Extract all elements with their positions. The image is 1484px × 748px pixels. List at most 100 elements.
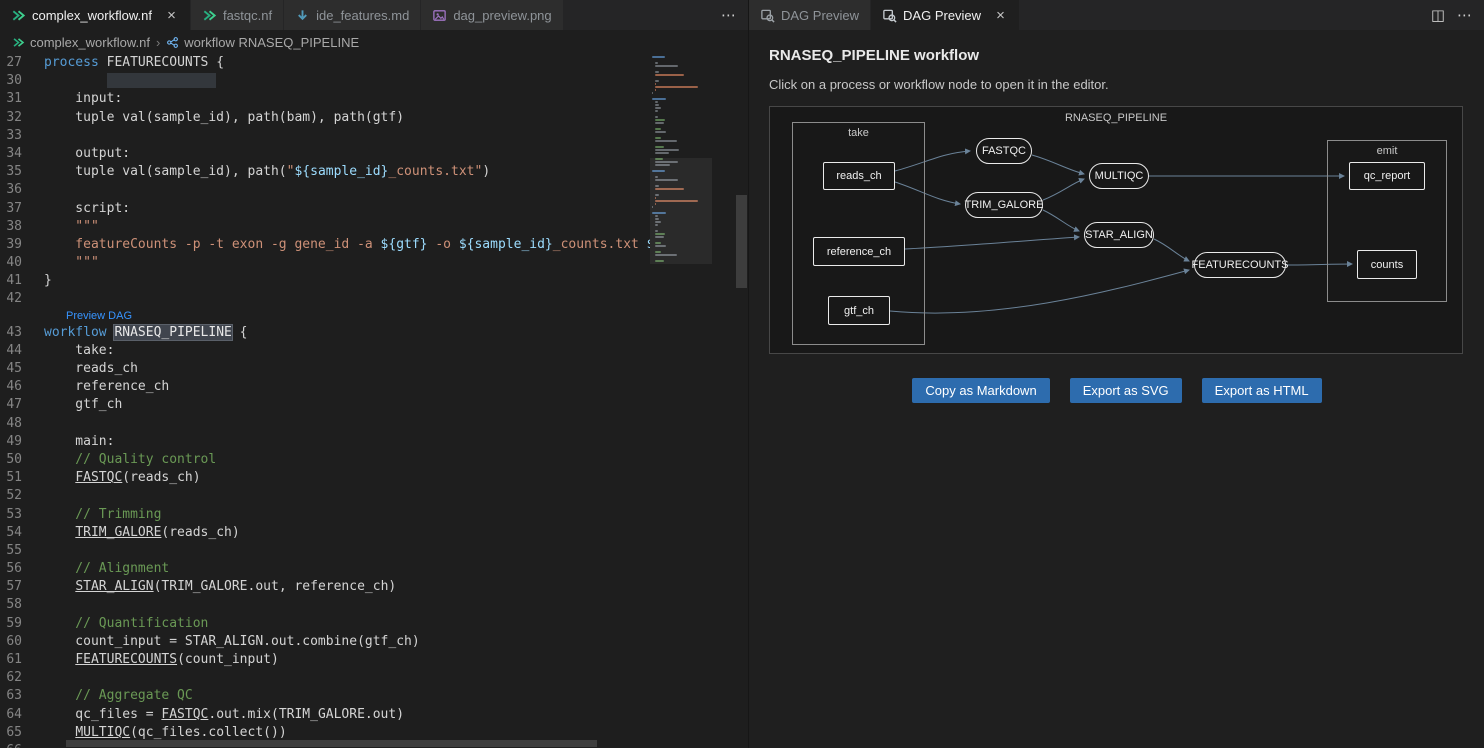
- dag-node-trim-galore[interactable]: TRIM_GALORE: [965, 192, 1043, 218]
- code-line[interactable]: 30: [0, 72, 650, 90]
- preview-icon: [882, 8, 897, 23]
- code-line[interactable]: 39 featureCounts -p -t exon -g gene_id -…: [0, 236, 650, 254]
- line-number: 55: [0, 542, 44, 560]
- code-line[interactable]: 58: [0, 596, 650, 614]
- code-line[interactable]: 62: [0, 669, 650, 687]
- more-actions-icon[interactable]: ⋯: [721, 6, 736, 24]
- code-line[interactable]: 35 tuple val(sample_id), path("${sample_…: [0, 163, 650, 181]
- code-line[interactable]: 27process FEATURECOUNTS {: [0, 54, 650, 72]
- close-icon[interactable]: ×: [164, 7, 179, 24]
- line-number: 39: [0, 236, 44, 254]
- preview-group: DAG Preview DAG Preview × ◫ ⋯ RNASEQ_PIP…: [748, 0, 1484, 748]
- line-number: 57: [0, 578, 44, 596]
- dag-node-gtf-ch[interactable]: gtf_ch: [828, 296, 890, 325]
- dag-node-reads-ch[interactable]: reads_ch: [823, 162, 895, 190]
- code-line[interactable]: 57 STAR_ALIGN(TRIM_GALORE.out, reference…: [0, 578, 650, 596]
- code-line[interactable]: 61 FEATURECOUNTS(count_input): [0, 651, 650, 669]
- line-number: 61: [0, 651, 44, 669]
- code-line[interactable]: 36: [0, 181, 650, 199]
- code-line[interactable]: 31 input:: [0, 90, 650, 108]
- dag-node-star-align[interactable]: STAR_ALIGN: [1084, 222, 1154, 248]
- close-icon[interactable]: ×: [993, 7, 1008, 24]
- code-line[interactable]: 32 tuple val(sample_id), path(bam), path…: [0, 109, 650, 127]
- code-line[interactable]: 51 FASTQC(reads_ch): [0, 469, 650, 487]
- code-line[interactable]: 54 TRIM_GALORE(reads_ch): [0, 524, 650, 542]
- code-line[interactable]: 56 // Alignment: [0, 560, 650, 578]
- export-as-svg-button[interactable]: Export as SVG: [1070, 378, 1182, 403]
- code-line[interactable]: 47 gtf_ch: [0, 396, 650, 414]
- dag-node-featurecounts[interactable]: FEATURECOUNTS: [1194, 252, 1286, 278]
- horizontal-scrollbar[interactable]: [0, 739, 734, 748]
- codelens-preview-dag[interactable]: Preview DAG: [0, 309, 650, 324]
- tab-dag-preview-inactive[interactable]: DAG Preview: [749, 0, 871, 30]
- breadcrumb-symbol[interactable]: workflow RNASEQ_PIPELINE: [166, 35, 359, 50]
- code-line[interactable]: 38 """: [0, 218, 650, 236]
- tab-dag-preview-png[interactable]: dag_preview.png: [421, 0, 563, 30]
- code-lines[interactable]: 27process FEATURECOUNTS {30 31 input:32 …: [0, 54, 650, 748]
- minimap-slider[interactable]: [650, 158, 712, 264]
- line-number: 40: [0, 254, 44, 272]
- horizontal-scrollbar-thumb[interactable]: [66, 740, 597, 747]
- code-line[interactable]: 45 reads_ch: [0, 360, 650, 378]
- vertical-scrollbar-thumb[interactable]: [736, 195, 747, 288]
- tab-label: DAG Preview: [781, 8, 859, 23]
- line-number: 37: [0, 200, 44, 218]
- nextflow-icon: [12, 36, 25, 49]
- tab-ide-features-md[interactable]: ide_features.md: [284, 0, 421, 30]
- minimap[interactable]: [650, 54, 712, 738]
- dag-actions: Copy as Markdown Export as SVG Export as…: [769, 378, 1465, 403]
- code-line[interactable]: 64 qc_files = FASTQC.out.mix(TRIM_GALORE…: [0, 706, 650, 724]
- line-number: 62: [0, 669, 44, 687]
- line-number: 32: [0, 109, 44, 127]
- nextflow-icon: [202, 8, 217, 23]
- line-number: 59: [0, 615, 44, 633]
- dag-diagram: RNASEQ_PIPELINE take emit reads_ch refer…: [769, 106, 1463, 354]
- line-number: 64: [0, 706, 44, 724]
- code-line[interactable]: 41}: [0, 272, 650, 290]
- code-line[interactable]: 60 count_input = STAR_ALIGN.out.combine(…: [0, 633, 650, 651]
- code-line[interactable]: 43workflow RNASEQ_PIPELINE {: [0, 324, 650, 342]
- code-line[interactable]: 53 // Trimming: [0, 506, 650, 524]
- breadcrumb-file[interactable]: complex_workflow.nf: [12, 35, 150, 50]
- code-line[interactable]: 34 output:: [0, 145, 650, 163]
- line-number: 35: [0, 163, 44, 181]
- page-title: RNASEQ_PIPELINE workflow: [769, 47, 1464, 64]
- export-as-html-button[interactable]: Export as HTML: [1202, 378, 1322, 403]
- code-line[interactable]: 42: [0, 290, 650, 308]
- code-line[interactable]: 59 // Quantification: [0, 615, 650, 633]
- code-line[interactable]: 33: [0, 127, 650, 145]
- tab-complex-workflow-nf[interactable]: complex_workflow.nf ×: [0, 0, 191, 30]
- line-number: 52: [0, 487, 44, 505]
- code-line[interactable]: 52: [0, 487, 650, 505]
- dag-preview-webview: RNASEQ_PIPELINE workflow Click on a proc…: [749, 30, 1484, 403]
- split-editor-icon[interactable]: ◫: [1431, 6, 1445, 24]
- dag-node-qc-report[interactable]: qc_report: [1349, 162, 1425, 190]
- more-actions-icon[interactable]: ⋯: [1457, 6, 1472, 24]
- line-number: 48: [0, 415, 44, 433]
- tab-fastqc-nf[interactable]: fastqc.nf: [191, 0, 284, 30]
- dag-node-counts[interactable]: counts: [1357, 250, 1417, 279]
- line-number: 49: [0, 433, 44, 451]
- chevron-right-icon: ›: [156, 35, 160, 50]
- code-line[interactable]: 63 // Aggregate QC: [0, 687, 650, 705]
- code-line[interactable]: 37 script:: [0, 200, 650, 218]
- line-number: 63: [0, 687, 44, 705]
- code-line[interactable]: 46 reference_ch: [0, 378, 650, 396]
- code-line[interactable]: 50 // Quality control: [0, 451, 650, 469]
- copy-as-markdown-button[interactable]: Copy as Markdown: [912, 378, 1049, 403]
- dag-cluster-emit-label: emit: [1328, 145, 1446, 157]
- code-line[interactable]: 48: [0, 415, 650, 433]
- dag-node-multiqc[interactable]: MULTIQC: [1089, 163, 1149, 189]
- code-line[interactable]: 44 take:: [0, 342, 650, 360]
- vertical-scrollbar[interactable]: [735, 54, 748, 748]
- code-line[interactable]: 55: [0, 542, 650, 560]
- code-editor[interactable]: 27process FEATURECOUNTS {30 31 input:32 …: [0, 54, 748, 748]
- code-line[interactable]: 49 main:: [0, 433, 650, 451]
- image-icon: [432, 8, 447, 23]
- code-line[interactable]: 40 """: [0, 254, 650, 272]
- tab-dag-preview-active[interactable]: DAG Preview ×: [871, 0, 1020, 30]
- dag-node-fastqc[interactable]: FASTQC: [976, 138, 1032, 164]
- line-number: 44: [0, 342, 44, 360]
- vscode-workbench: complex_workflow.nf × fastqc.nf ide_feat…: [0, 0, 1484, 748]
- dag-node-reference-ch[interactable]: reference_ch: [813, 237, 905, 266]
